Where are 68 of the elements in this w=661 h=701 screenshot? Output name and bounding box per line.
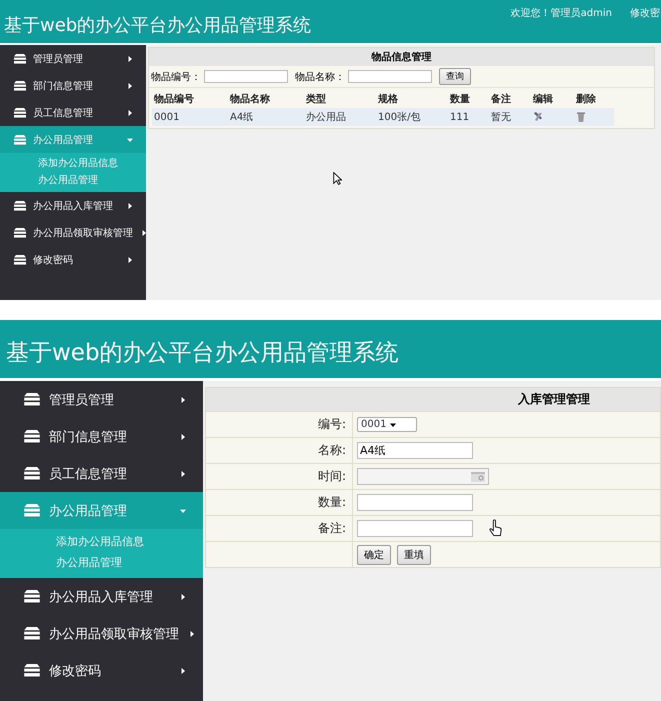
date-field[interactable] bbox=[357, 468, 489, 485]
input-field[interactable] bbox=[357, 520, 473, 537]
nav-item[interactable]: 员工信息管理 bbox=[0, 455, 203, 492]
field-label: 数量: bbox=[318, 494, 347, 511]
welcome-text: 欢迎您！管理员admin bbox=[510, 6, 612, 20]
column-header: 物品编号 bbox=[152, 92, 195, 107]
field-label: 物品编号： bbox=[151, 70, 201, 84]
trash-icon[interactable] bbox=[576, 112, 586, 122]
site-title: 基于web的办公平台办公用品管理系统 bbox=[6, 339, 399, 368]
panel-title: 入库管理管理 bbox=[206, 388, 660, 411]
field-label: 编号: bbox=[318, 416, 347, 433]
nav-item[interactable]: 管理员管理 bbox=[0, 45, 146, 72]
field-label: 物品名称： bbox=[295, 70, 345, 84]
nav-item[interactable]: 管理员管理 bbox=[0, 381, 203, 418]
stack-icon bbox=[14, 228, 26, 238]
query-button[interactable]: 查询 bbox=[439, 68, 471, 85]
nav-item[interactable]: 办公用品领取审核管理 bbox=[0, 615, 203, 652]
stack-icon bbox=[14, 200, 26, 210]
calendar-icon bbox=[470, 472, 486, 482]
field-label: 时间: bbox=[318, 468, 347, 485]
table-cell: 办公用品 bbox=[304, 108, 376, 126]
column-header: 数量 bbox=[448, 92, 471, 107]
form-button[interactable]: 重填 bbox=[397, 544, 431, 564]
input-field[interactable]: A4纸 bbox=[357, 442, 473, 459]
stack-icon bbox=[14, 108, 26, 118]
column-header: 类型 bbox=[305, 92, 327, 107]
hand-cursor-icon bbox=[489, 519, 502, 537]
site-title: 基于web的办公平台办公用品管理系统 bbox=[4, 14, 312, 37]
table-cell: 111 bbox=[448, 108, 489, 126]
field-label: 名称: bbox=[318, 442, 347, 459]
column-header: 删除 bbox=[574, 92, 597, 107]
stack-icon bbox=[24, 504, 40, 517]
pointer-cursor-icon bbox=[333, 172, 342, 185]
nav-item[interactable]: 部门信息管理 bbox=[0, 72, 146, 99]
stack-icon bbox=[24, 393, 40, 406]
nav-item[interactable]: 办公用品入库管理 bbox=[0, 578, 203, 615]
stack-icon bbox=[14, 80, 26, 90]
stack-icon bbox=[24, 430, 40, 443]
table-cell: 100张/包 bbox=[376, 108, 448, 126]
stack-icon bbox=[24, 590, 40, 603]
nav-item[interactable]: 办公用品领取审核管理 bbox=[0, 219, 146, 246]
stack-icon bbox=[14, 54, 26, 64]
stack-icon bbox=[24, 664, 40, 677]
nav-item[interactable]: 员工信息管理 bbox=[0, 99, 146, 126]
input-field[interactable] bbox=[357, 494, 473, 511]
column-header: 物品名称 bbox=[228, 92, 271, 107]
stack-icon bbox=[24, 627, 40, 640]
nav-item[interactable]: 修改密码 bbox=[0, 246, 146, 273]
nav-item[interactable]: 部门信息管理 bbox=[0, 418, 203, 455]
nav-item[interactable]: 办公用品入库管理 bbox=[0, 192, 146, 219]
table-cell: 0001 bbox=[152, 108, 228, 126]
column-header: 备注 bbox=[490, 92, 512, 107]
panel-title: 物品信息管理 bbox=[149, 48, 654, 66]
nav-item[interactable]: 修改密码 bbox=[0, 652, 203, 689]
tools-icon[interactable] bbox=[533, 112, 543, 122]
form-button[interactable]: 确定 bbox=[357, 544, 391, 564]
column-header: 规格 bbox=[377, 92, 399, 107]
stack-icon bbox=[14, 254, 26, 264]
column-header: 编辑 bbox=[532, 92, 554, 107]
table-cell: A4纸 bbox=[228, 108, 304, 126]
field-label: 备注: bbox=[318, 520, 347, 537]
caret-icon bbox=[389, 420, 398, 428]
id-select[interactable]: 0001 bbox=[357, 417, 418, 432]
table-cell: 暂无 bbox=[489, 108, 531, 126]
search-field[interactable] bbox=[204, 70, 288, 83]
stack-icon bbox=[24, 467, 40, 480]
stack-icon bbox=[14, 134, 26, 144]
search-field[interactable] bbox=[348, 70, 432, 83]
